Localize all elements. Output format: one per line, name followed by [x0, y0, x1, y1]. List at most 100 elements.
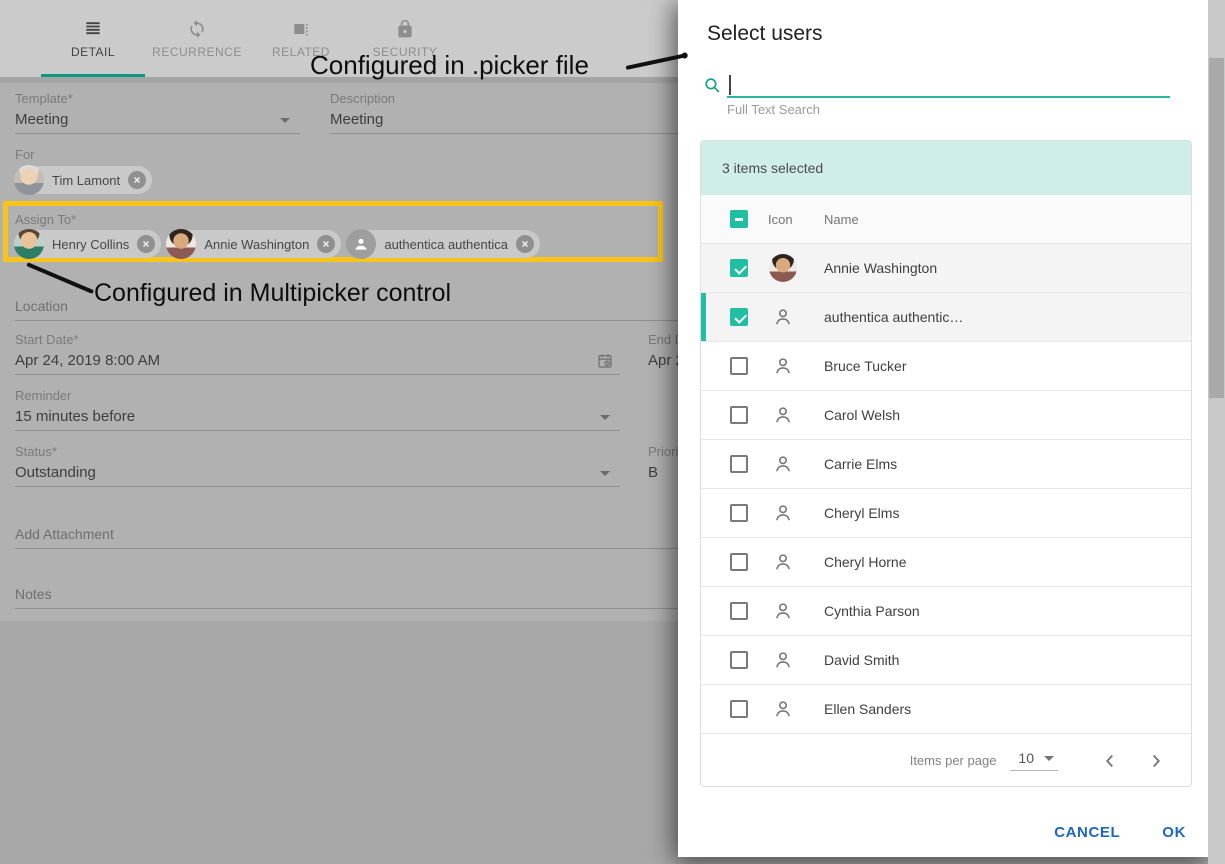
lock-icon — [395, 19, 415, 39]
scrollbar-thumb[interactable] — [1209, 58, 1224, 398]
next-page-button[interactable] — [1144, 749, 1168, 773]
person-icon — [772, 355, 794, 377]
user-name: Annie Washington — [824, 260, 937, 276]
table-row[interactable]: Cheryl Elms — [701, 489, 1191, 538]
list-icon — [83, 19, 103, 39]
user-name: Cheryl Horne — [824, 554, 906, 570]
template-label: Template* — [15, 91, 73, 106]
notes-field[interactable]: Notes — [15, 586, 678, 609]
chevron-down-icon — [280, 118, 290, 123]
row-checkbox[interactable] — [730, 700, 748, 718]
table-row[interactable]: Bruce Tucker — [701, 342, 1191, 391]
table-row[interactable]: Carrie Elms — [701, 440, 1191, 489]
cancel-button[interactable]: CANCEL — [1050, 818, 1124, 847]
add-attachment-label: Add Attachment — [15, 526, 114, 542]
ok-button[interactable]: OK — [1158, 818, 1190, 847]
calendar-icon[interactable] — [596, 352, 614, 375]
avatar — [14, 165, 44, 195]
row-checkbox[interactable] — [730, 553, 748, 571]
scrollbar-track[interactable] — [1208, 0, 1225, 864]
chevron-down-icon — [600, 471, 610, 476]
person-icon — [772, 306, 794, 328]
dialog-title: Select users — [707, 22, 823, 46]
chip-name: Annie Washington — [204, 237, 309, 252]
search-icon — [703, 76, 722, 100]
notes-label: Notes — [15, 586, 52, 602]
status-select[interactable]: Status* Outstanding — [15, 444, 620, 487]
row-checkbox[interactable] — [730, 602, 748, 620]
start-date-input[interactable]: Start Date* Apr 24, 2019 8:00 AM — [15, 332, 620, 375]
priority-value: B — [648, 464, 658, 481]
chip-name: Tim Lamont — [52, 173, 120, 188]
column-icon: Icon — [768, 212, 793, 227]
table-header: Icon Name — [701, 195, 1191, 244]
assign-to-chips: Henry Collins Annie Washington authentic… — [15, 230, 540, 258]
related-icon — [291, 19, 311, 39]
template-select[interactable]: Template* Meeting — [15, 91, 300, 134]
person-icon — [772, 600, 794, 622]
user-name: Cheryl Elms — [824, 505, 899, 521]
table-row[interactable]: Cheryl Horne — [701, 538, 1191, 587]
remove-chip-icon[interactable] — [128, 171, 146, 189]
description-label: Description — [330, 91, 395, 106]
annotation-picker-file: Configured in .picker file — [310, 50, 589, 81]
search-input[interactable] — [727, 72, 1170, 98]
row-checkbox[interactable] — [730, 651, 748, 669]
table-row[interactable]: Carol Welsh — [701, 391, 1191, 440]
remove-chip-icon[interactable] — [516, 235, 534, 253]
row-checkbox[interactable] — [730, 455, 748, 473]
person-icon — [772, 649, 794, 671]
table-row[interactable]: authentica authentic… — [701, 293, 1191, 342]
user-chip[interactable]: Henry Collins — [15, 230, 161, 258]
description-input[interactable]: Description Meeting — [330, 91, 678, 134]
user-chip[interactable]: Annie Washington — [167, 230, 341, 258]
select-all-checkbox[interactable] — [730, 210, 748, 228]
user-name: Bruce Tucker — [824, 358, 906, 374]
sync-icon — [187, 19, 207, 39]
avatar — [166, 229, 196, 259]
avatar — [14, 229, 44, 259]
table-body: Annie Washington authentica authentic… B… — [701, 244, 1191, 734]
user-name: Carol Welsh — [824, 407, 900, 423]
reminder-select[interactable]: Reminder 15 minutes before — [15, 388, 620, 431]
items-per-page-label: Items per page — [910, 753, 997, 768]
for-chips: Tim Lamont — [15, 166, 152, 194]
row-checkbox[interactable] — [730, 259, 748, 277]
table-row[interactable]: Cynthia Parson — [701, 587, 1191, 636]
previous-page-button[interactable] — [1098, 749, 1122, 773]
remove-chip-icon[interactable] — [317, 235, 335, 253]
tab-recurrence[interactable]: RECURRENCE — [145, 0, 249, 77]
annotation-multipicker: Configured in Multipicker control — [94, 279, 451, 308]
remove-chip-icon[interactable] — [137, 235, 155, 253]
page-size-select[interactable]: 10 — [1010, 750, 1058, 771]
row-checkbox[interactable] — [730, 357, 748, 375]
selection-banner: 3 items selected — [701, 141, 1191, 195]
user-name: authentica authentic… — [824, 309, 963, 325]
user-name: David Smith — [824, 652, 899, 668]
person-icon — [772, 404, 794, 426]
dialog-actions: CANCEL OK — [1050, 818, 1190, 847]
text-cursor — [729, 75, 731, 95]
row-checkbox[interactable] — [730, 308, 748, 326]
user-chip[interactable]: Tim Lamont — [15, 166, 152, 194]
user-name: Cynthia Parson — [824, 603, 920, 619]
row-checkbox[interactable] — [730, 406, 748, 424]
person-icon — [772, 698, 794, 720]
pagination: Items per page 10 — [701, 734, 1191, 787]
column-name: Name — [824, 212, 859, 227]
table-row[interactable]: Ellen Sanders — [701, 685, 1191, 734]
person-placeholder-icon — [346, 229, 376, 259]
search-hint-label: Full Text Search — [727, 102, 820, 117]
chip-name: Henry Collins — [52, 237, 129, 252]
person-icon — [772, 551, 794, 573]
person-icon — [772, 453, 794, 475]
assign-to-label: Assign To* — [15, 212, 76, 227]
description-value: Meeting — [330, 111, 383, 128]
table-row[interactable]: Annie Washington — [701, 244, 1191, 293]
table-row[interactable]: David Smith — [701, 636, 1191, 685]
user-chip[interactable]: authentica authentica — [347, 230, 540, 258]
add-attachment-field[interactable]: Add Attachment — [15, 526, 678, 549]
tab-detail[interactable]: DETAIL — [41, 0, 145, 77]
row-checkbox[interactable] — [730, 504, 748, 522]
chevron-down-icon — [600, 415, 610, 420]
